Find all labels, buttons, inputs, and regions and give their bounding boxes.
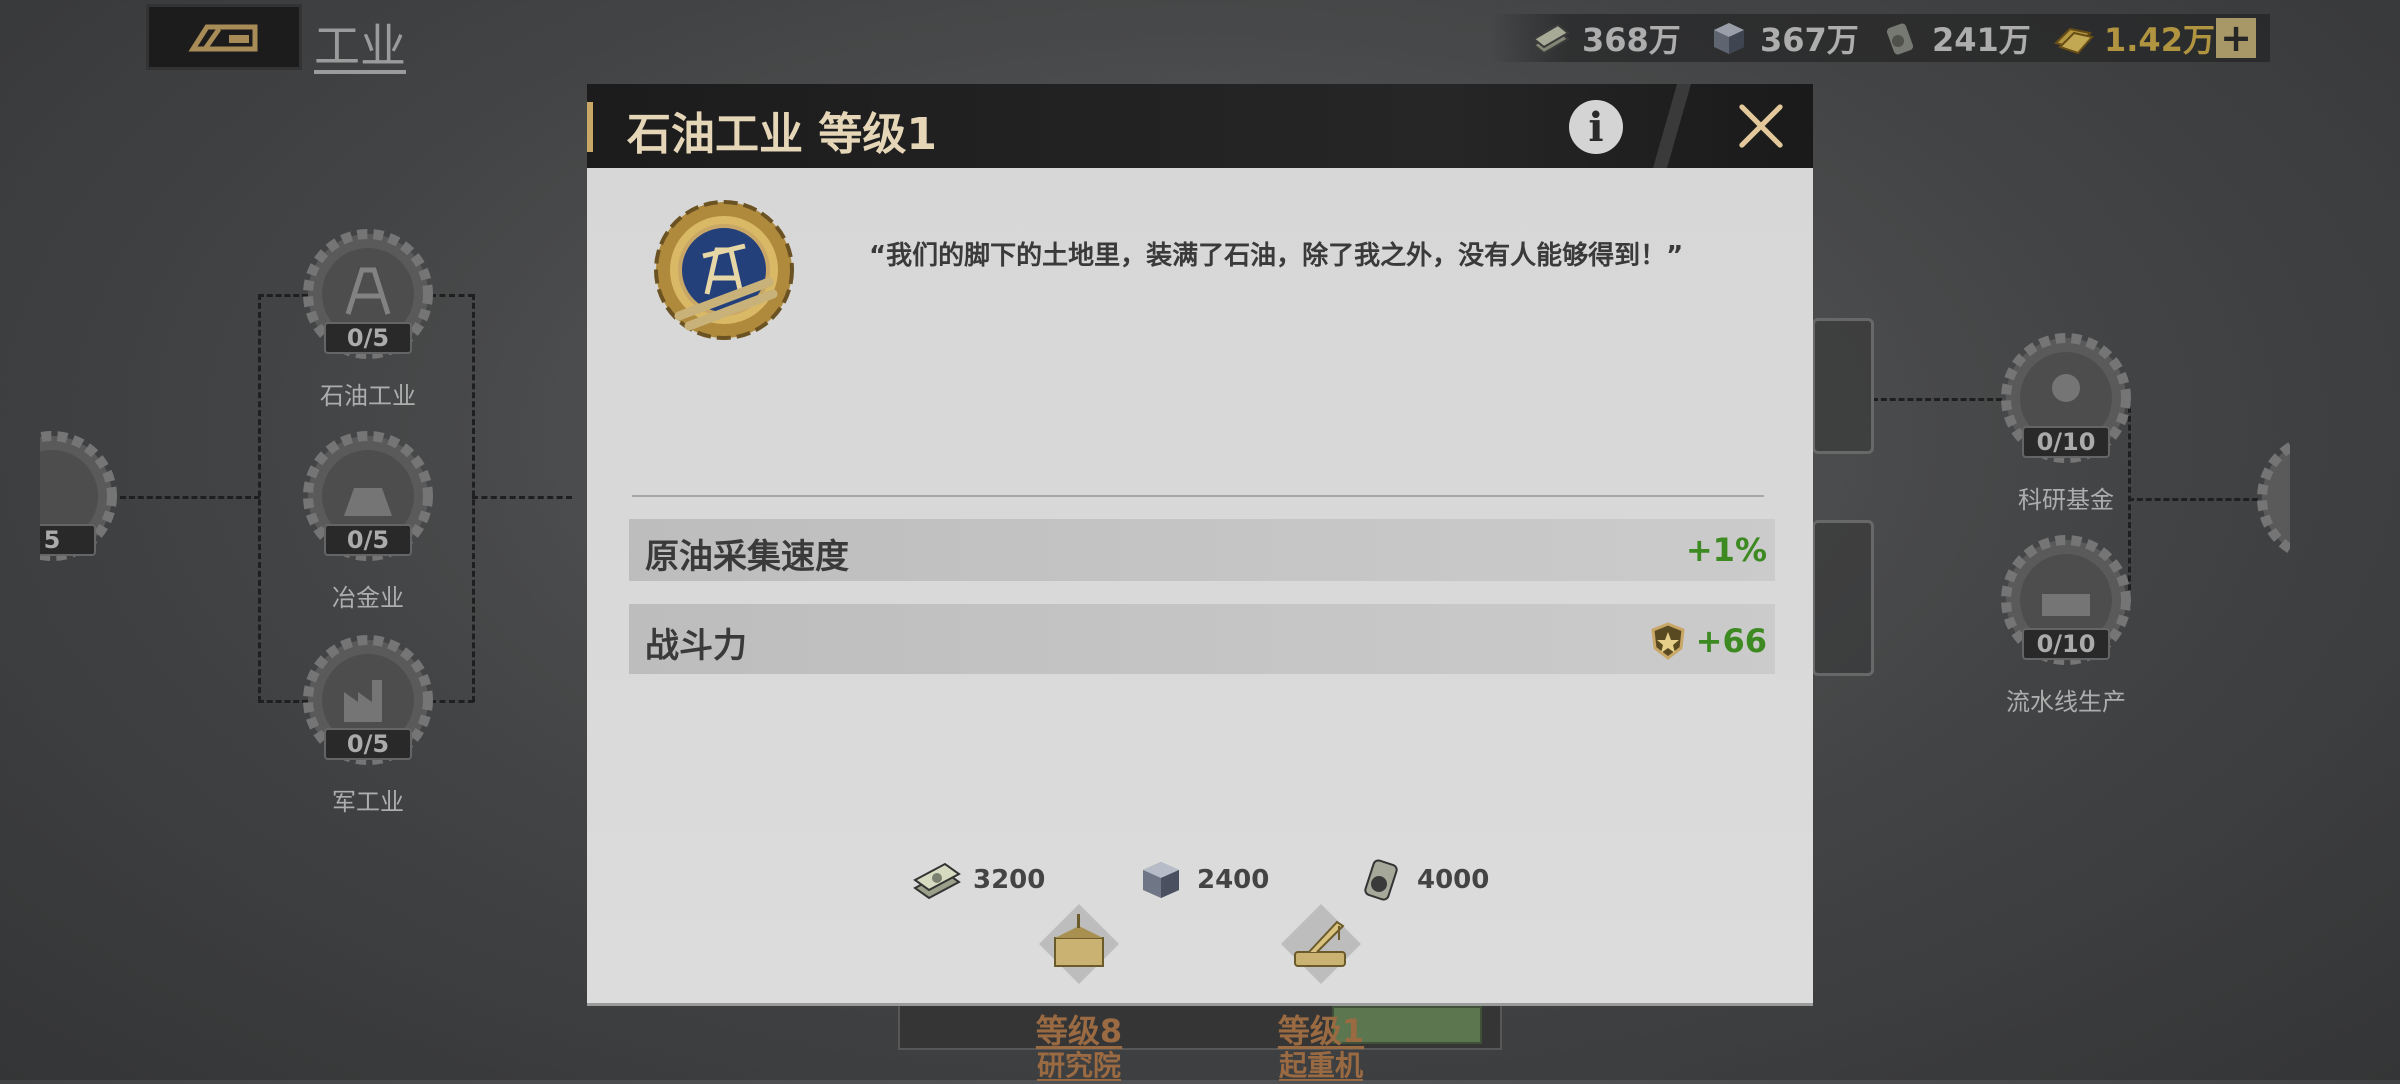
steel-icon [1143, 862, 1179, 898]
header-accent [587, 102, 593, 152]
combat-power-icon [1651, 622, 1685, 660]
oil-industry-emblem-icon [654, 200, 794, 340]
crane-icon [1281, 904, 1361, 984]
cost-oil-value: 4000 [1417, 865, 1490, 895]
stat-name: 原油采集速度 [645, 537, 849, 577]
cost-steel: 2400 [1135, 858, 1269, 902]
divider [632, 495, 1764, 497]
dialog-body: “我们的脚下的土地里，装满了石油，除了我之外，没有人能够得到！” 原油采集速度 … [587, 168, 1813, 1082]
flavor-quote: “我们的脚下的土地里，装满了石油，除了我之外，没有人能够得到！” [869, 241, 1684, 271]
stat-value: +1% [1685, 531, 1767, 569]
requirement-building: 研究院 [1036, 1049, 1121, 1082]
dialog-title: 石油工业 等级1 [627, 109, 937, 160]
header-divider [1653, 84, 1691, 168]
stat-row-combat-power: 战斗力 +66 [629, 604, 1775, 674]
cost-cash: 3200 [911, 858, 1045, 902]
research-institute-icon [1039, 904, 1119, 984]
cost-cash-value: 3200 [973, 865, 1046, 895]
upgrade-dialog: 石油工业 等级1 i “我们的脚下的土地里，装满了石油，除了我之外，没有人能够得… [587, 84, 1813, 1082]
close-button[interactable] [1731, 96, 1791, 156]
stat-value: +66 [1695, 622, 1767, 660]
requirement-building: 起重机 [1278, 1049, 1363, 1082]
cost-steel-value: 2400 [1197, 865, 1270, 895]
dialog-header: 石油工业 等级1 i [587, 84, 1813, 168]
cost-oil: 4000 [1355, 858, 1489, 902]
stat-name: 战斗力 [645, 626, 747, 666]
close-icon [1739, 104, 1783, 148]
cash-icon [913, 862, 961, 900]
stat-row-crude-oil-rate: 原油采集速度 +1% [629, 519, 1775, 581]
oil-icon [1364, 859, 1398, 901]
info-button[interactable]: i [1569, 100, 1623, 154]
